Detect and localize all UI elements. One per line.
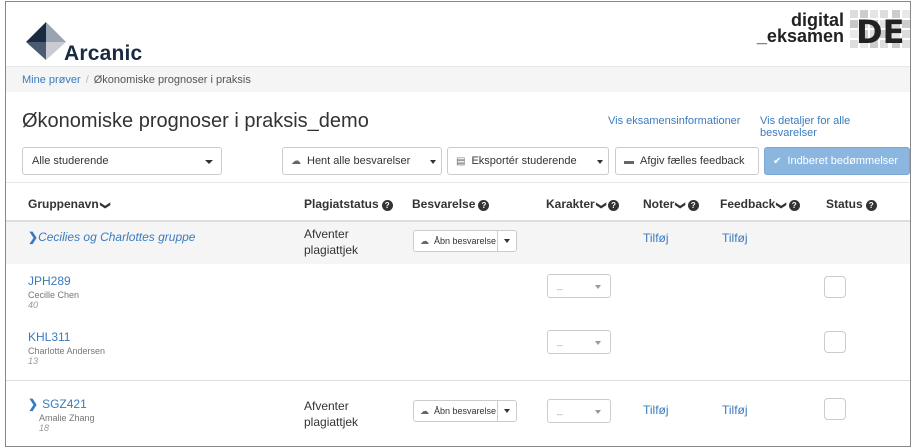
open-submission-dropdown[interactable]: [497, 400, 516, 422]
grade-select[interactable]: _: [547, 399, 611, 423]
group-notes-add-link[interactable]: Tilføj: [643, 231, 669, 245]
student-name: Cecille Chen: [28, 290, 80, 300]
help-icon[interactable]: ?: [381, 200, 393, 211]
breadcrumb-current: Økonomiske prognoser i praksis: [93, 74, 251, 86]
submit-label: Indberet bedømmelser: [787, 155, 899, 167]
cloud-icon: ☁: [420, 236, 429, 246]
student-number: 18: [39, 423, 50, 433]
chevron-right-icon: ❯: [28, 397, 39, 411]
table-header: Gruppenavn❯ Plagiatstatus? Besvarelse? K…: [6, 182, 910, 222]
group-open-submission-button[interactable]: ☁ Åbn besvarelse: [413, 230, 517, 252]
app-window: Arcanic digital _eksamen DE Mine prøver …: [5, 1, 911, 447]
student-name: Charlotte Andersen: [28, 346, 106, 356]
chevron-down-icon: ❯: [776, 201, 788, 210]
breadcrumb-home-link[interactable]: Mine prøver: [22, 74, 81, 86]
feedback-add-link[interactable]: Tilføj: [722, 403, 748, 417]
arcanic-diamond-icon: [26, 22, 66, 60]
fetch-all-dropdown[interactable]: [425, 147, 442, 175]
chevron-down-icon: ❯: [99, 201, 111, 210]
exam-info-link[interactable]: Vis eksamensinformationer: [608, 115, 740, 127]
breadcrumb-bar: Mine prøver / Økonomiske prognoser i praks…: [6, 66, 910, 92]
export-dropdown[interactable]: [592, 147, 609, 175]
caret-down-icon: [504, 409, 510, 413]
open-submission-dropdown[interactable]: [497, 230, 516, 252]
common-feedback-button[interactable]: ▬ Afgiv fælles feedback: [615, 147, 759, 175]
col-feedback-header[interactable]: Feedback❯?: [720, 197, 800, 211]
status-checkbox[interactable]: [824, 331, 846, 353]
caret-down-icon: [597, 160, 603, 164]
grade-select[interactable]: _: [547, 330, 611, 354]
table-row: ❯ SGZ421 Amalie Zhang 18 Afventer plagiat…: [6, 381, 910, 446]
student-filter-value: Alle studerende: [32, 155, 109, 167]
col-plagiarism-header: Plagiatstatus?: [304, 197, 393, 211]
col-group-header[interactable]: Gruppenavn❯: [28, 197, 111, 211]
status-checkbox[interactable]: [824, 398, 846, 420]
header: Arcanic digital _eksamen DE: [6, 2, 910, 65]
student-name: Amalie Zhang: [39, 413, 95, 423]
student-number: 40: [28, 300, 39, 310]
svg-text:DE: DE: [856, 13, 904, 50]
fetch-all-label: Hent alle besvarelser: [307, 155, 411, 167]
grade-select[interactable]: _: [547, 274, 611, 298]
col-submission-header: Besvarelse?: [412, 197, 490, 211]
check-icon: ✔: [773, 156, 782, 167]
digital-eksamen-logo: digital _eksamen DE: [732, 6, 910, 50]
breadcrumb-separator: /: [85, 74, 89, 86]
arcanic-logo[interactable]: Arcanic: [24, 20, 164, 65]
feedback-label: Afgiv fælles feedback: [640, 155, 745, 167]
caret-down-icon: [595, 341, 601, 345]
table-row: KHL311 Charlotte Andersen 13 _: [6, 322, 910, 380]
chevron-down-icon: ❯: [675, 201, 687, 210]
single-student-id-link[interactable]: ❯ SGZ421: [28, 397, 87, 411]
open-submission-button[interactable]: ☁ Åbn besvarelse: [413, 400, 517, 422]
student-id-link[interactable]: KHL311: [28, 330, 70, 344]
group-feedback-add-link[interactable]: Tilføj: [722, 231, 748, 245]
export-label: Eksportér studerende: [471, 155, 577, 167]
page-title: Økonomiske prognoser i praksis_demo: [22, 110, 369, 132]
help-icon[interactable]: ?: [788, 200, 800, 211]
brand-name: Arcanic: [64, 42, 143, 65]
col-notes-header[interactable]: Noter❯?: [643, 197, 699, 211]
caret-down-icon: [430, 160, 436, 164]
chevron-down-icon: ❯: [595, 201, 607, 210]
breadcrumb: Mine prøver / Økonomiske prognoser i praks…: [22, 74, 251, 86]
cloud-icon: ☁: [420, 406, 429, 416]
col-status-header: Status?: [826, 197, 877, 211]
fetch-all-button[interactable]: ☁ Hent alle besvarelser: [282, 147, 426, 175]
help-icon[interactable]: ?: [865, 200, 877, 211]
table-row: JPH289 Cecille Chen 40 _: [6, 264, 910, 322]
caret-down-icon: [595, 285, 601, 289]
group-name-link[interactable]: ❯Cecilies og Charlottes gruppe: [28, 230, 195, 244]
submit-grades-button[interactable]: ✔ Indberet bedømmelser: [764, 147, 910, 175]
export-students-button[interactable]: ▤ Eksportér studerende: [447, 147, 593, 175]
col-grade-header[interactable]: Karakter❯?: [546, 197, 620, 211]
partner-line2: _eksamen: [756, 26, 844, 46]
status-checkbox[interactable]: [824, 276, 846, 298]
comment-icon: ▬: [624, 156, 634, 167]
group-plagiarism-status: Afventer plagiattjek: [304, 227, 359, 257]
caret-down-icon: [205, 160, 213, 164]
all-details-link[interactable]: Vis detaljer for alle besvarelser: [760, 115, 910, 139]
notes-add-link[interactable]: Tilføj: [643, 403, 669, 417]
plagiarism-status: Afventer plagiattjek: [304, 399, 359, 429]
caret-down-icon: [595, 410, 601, 414]
de-mark-icon: DE: [850, 10, 910, 50]
caret-down-icon: [504, 239, 510, 243]
chevron-right-icon: ❯: [28, 230, 39, 244]
cloud-download-icon: ☁: [291, 156, 301, 167]
student-filter-select[interactable]: Alle studerende: [22, 147, 222, 175]
help-icon[interactable]: ?: [608, 200, 620, 211]
list-icon: ▤: [456, 156, 466, 167]
student-id-link[interactable]: JPH289: [28, 274, 71, 288]
help-icon[interactable]: ?: [478, 200, 490, 211]
student-number: 13: [28, 356, 39, 366]
help-icon[interactable]: ?: [687, 200, 699, 211]
